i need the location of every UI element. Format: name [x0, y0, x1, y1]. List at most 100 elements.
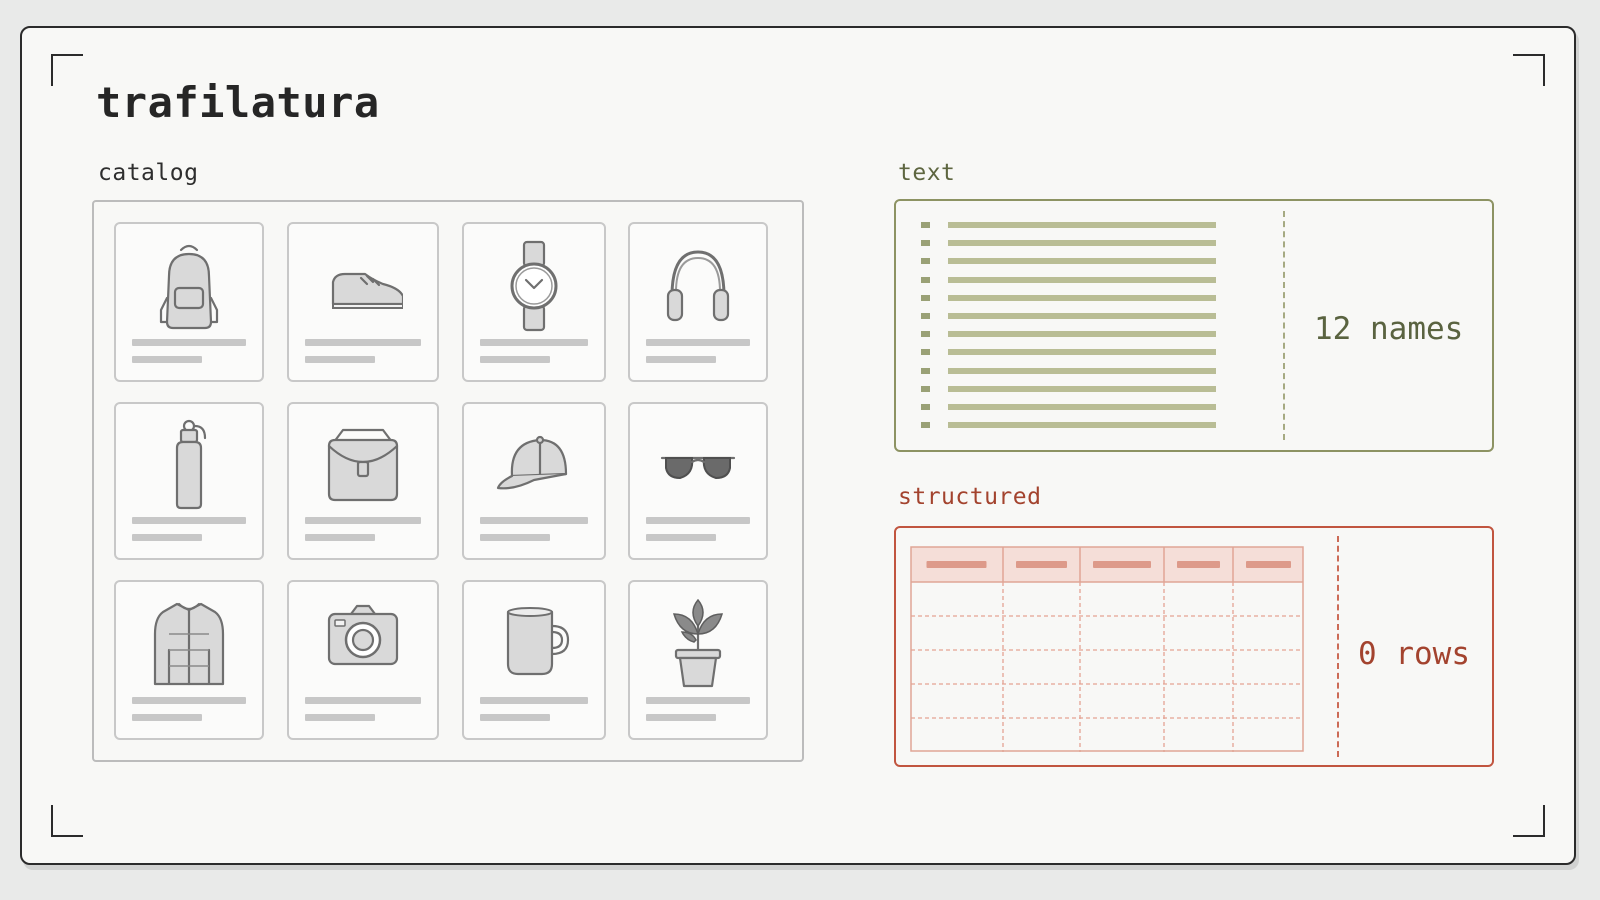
text-divider [1283, 211, 1285, 440]
header-cell-placeholder [1246, 561, 1291, 568]
bullet-marker [921, 367, 930, 374]
text-output-panel: 12 names [894, 199, 1494, 452]
product-title-placeholder [132, 339, 246, 346]
backpack-icon [159, 244, 219, 330]
catalog-label: catalog [98, 160, 199, 186]
structured-count: 0 rows [1358, 636, 1470, 672]
product-price-placeholder [132, 714, 202, 721]
bullet-marker [921, 258, 930, 265]
diagram-frame: trafilatura catalog text 12 names struct… [20, 26, 1576, 865]
product-title-placeholder [305, 697, 421, 704]
name-line [948, 313, 1216, 319]
jacket-icon [153, 602, 225, 686]
name-line [948, 222, 1216, 228]
headphones-icon [666, 250, 730, 322]
product-title-placeholder [305, 517, 421, 524]
name-line [948, 422, 1216, 429]
text-line [921, 276, 1221, 283]
structured-divider [1337, 536, 1339, 757]
header-cell-placeholder [1093, 561, 1151, 568]
text-count: 12 names [1314, 311, 1464, 347]
header-cell-placeholder [1016, 561, 1067, 568]
product-price-placeholder [305, 714, 375, 721]
product-price-placeholder [132, 534, 202, 541]
bullet-marker [921, 222, 930, 228]
product-price-placeholder [646, 534, 716, 541]
product-card [462, 402, 606, 560]
text-line [921, 404, 1221, 410]
name-line [948, 385, 1216, 392]
empty-table [910, 546, 1304, 752]
name-line [948, 294, 1216, 301]
product-price-placeholder [305, 356, 375, 363]
bullet-marker [921, 349, 930, 356]
product-card [114, 580, 264, 740]
diagram-title: trafilatura [96, 78, 380, 127]
product-card [628, 402, 768, 560]
text-label: text [898, 160, 956, 186]
bullet-marker [921, 331, 930, 338]
name-line [948, 258, 1216, 265]
product-price-placeholder [480, 534, 550, 541]
product-title-placeholder [646, 339, 750, 346]
product-price-placeholder [480, 356, 550, 363]
text-line [921, 258, 1221, 265]
text-line [921, 313, 1221, 319]
text-line [921, 385, 1221, 392]
product-card [287, 222, 439, 382]
name-line [948, 404, 1216, 410]
corner-mark-bottom-right [1513, 805, 1545, 837]
product-title-placeholder [132, 517, 246, 524]
text-line [921, 349, 1221, 356]
text-line [921, 240, 1221, 247]
name-line [948, 367, 1216, 374]
mug-icon [506, 607, 570, 676]
messenger-bag-icon [327, 428, 399, 502]
bullet-marker [921, 294, 930, 301]
structured-label: structured [898, 484, 1042, 510]
camera-icon [327, 604, 399, 666]
header-cell-placeholder [926, 561, 987, 568]
cap-icon [496, 435, 568, 490]
bullet-marker [921, 404, 930, 410]
name-line [948, 349, 1216, 356]
bullet-marker [921, 313, 930, 319]
product-price-placeholder [132, 356, 202, 363]
bullet-marker [921, 385, 930, 392]
product-card [462, 222, 606, 382]
product-card [628, 580, 768, 740]
bullet-marker [921, 422, 930, 429]
product-card [287, 402, 439, 560]
product-title-placeholder [646, 517, 750, 524]
sunglasses-icon [660, 456, 736, 480]
water-bottle-icon [175, 419, 207, 510]
corner-mark-top-left [51, 54, 83, 86]
text-line [921, 331, 1221, 338]
text-line [921, 222, 1221, 228]
name-line [948, 276, 1216, 283]
product-price-placeholder [646, 356, 716, 363]
product-card [114, 402, 264, 560]
text-line [921, 294, 1221, 301]
corner-mark-bottom-left [51, 805, 83, 837]
product-price-placeholder [305, 534, 375, 541]
product-card [287, 580, 439, 740]
watch-icon [510, 240, 558, 332]
header-cell-placeholder [1177, 561, 1220, 568]
product-title-placeholder [132, 697, 246, 704]
catalog-panel [92, 200, 804, 762]
text-line [921, 422, 1221, 429]
name-line [948, 331, 1216, 338]
product-price-placeholder [646, 714, 716, 721]
corner-mark-top-right [1513, 54, 1545, 86]
product-price-placeholder [480, 714, 550, 721]
text-line [921, 367, 1221, 374]
sneaker-icon [331, 272, 403, 309]
product-title-placeholder [305, 339, 421, 346]
product-title-placeholder [480, 697, 588, 704]
product-card [462, 580, 606, 740]
potted-plant-icon [672, 598, 724, 688]
product-title-placeholder [646, 697, 750, 704]
bullet-marker [921, 240, 930, 247]
product-title-placeholder [480, 339, 588, 346]
